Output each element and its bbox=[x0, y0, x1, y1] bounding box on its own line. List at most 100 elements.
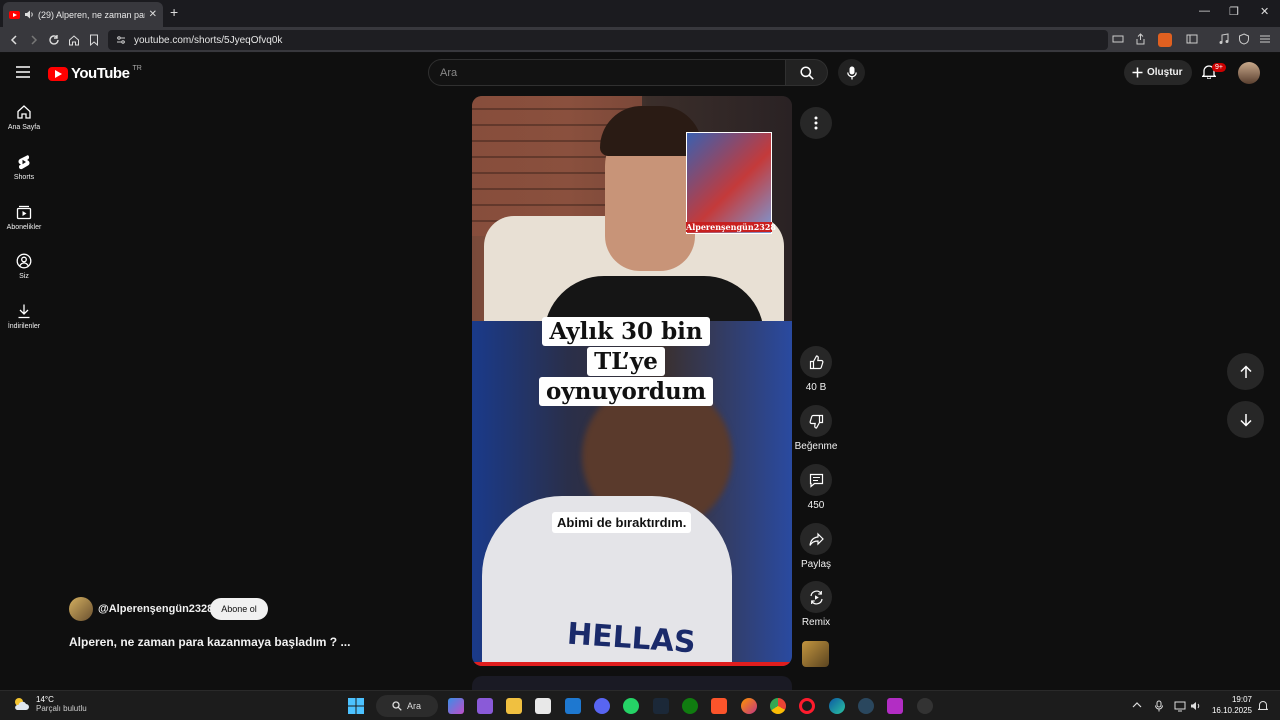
youtube-logo[interactable]: YouTube TR bbox=[48, 65, 142, 82]
sidebar-item-shorts[interactable]: Shorts bbox=[0, 154, 48, 181]
speaker-icon[interactable] bbox=[24, 10, 34, 19]
widgets-icon[interactable] bbox=[477, 698, 493, 714]
outlook-icon[interactable] bbox=[565, 698, 581, 714]
previous-short-button[interactable] bbox=[1227, 353, 1264, 390]
share-label: Paylaş bbox=[800, 559, 831, 570]
tray-microphone-icon[interactable] bbox=[1154, 700, 1166, 712]
sound-thumbnail[interactable] bbox=[802, 641, 829, 667]
sidebar-toggle-icon[interactable] bbox=[1186, 33, 1200, 47]
next-short-button[interactable] bbox=[1227, 401, 1264, 438]
opera-icon[interactable] bbox=[799, 698, 815, 714]
caption-top-text: Aylık 30 bin TL’ye oynuyordum bbox=[538, 317, 714, 406]
minimize-button[interactable]: — bbox=[1199, 5, 1210, 17]
sidebar-item-subscriptions[interactable]: Abonelikler bbox=[0, 204, 48, 231]
url-bar[interactable]: youtube.com/shorts/5JyeqOfvq0k bbox=[108, 30, 1108, 50]
taskbar-search[interactable]: Ara bbox=[376, 695, 438, 717]
clock-date: 16.10.2025 bbox=[1211, 706, 1252, 715]
home-icon bbox=[16, 104, 32, 120]
share-page-icon[interactable] bbox=[1134, 33, 1148, 47]
next-short-preview[interactable] bbox=[472, 676, 792, 690]
logo-text: YouTube bbox=[71, 65, 130, 82]
create-button[interactable]: Oluştur bbox=[1124, 60, 1192, 85]
country-code: TR bbox=[132, 65, 142, 72]
youtube-favicon-icon bbox=[9, 10, 20, 19]
sidebar-item-label: Abonelikler bbox=[6, 224, 42, 231]
firefox-icon[interactable] bbox=[741, 698, 757, 714]
subscribe-button[interactable]: Abone ol bbox=[210, 598, 268, 620]
bookmark-icon[interactable] bbox=[86, 32, 102, 48]
tab-title: (29) Alperen, ne zaman para k bbox=[38, 9, 145, 20]
sidebar-item-home[interactable]: Ana Sayfa bbox=[0, 104, 48, 131]
steam-alt-icon[interactable] bbox=[858, 698, 874, 714]
remix-icon bbox=[809, 590, 824, 605]
file-explorer-icon[interactable] bbox=[506, 698, 522, 714]
steam-icon[interactable] bbox=[653, 698, 669, 714]
gaming-app-icon[interactable] bbox=[887, 698, 903, 714]
discord-icon[interactable] bbox=[594, 698, 610, 714]
notification-center-icon[interactable] bbox=[1258, 700, 1270, 712]
search-input[interactable] bbox=[429, 60, 785, 85]
weather-description: Parçalı bulutlu bbox=[36, 704, 87, 713]
shorts-icon bbox=[17, 154, 31, 170]
tab-close-icon[interactable]: ✕ bbox=[149, 9, 157, 20]
video-progress-bar[interactable] bbox=[472, 662, 792, 666]
new-tab-button[interactable]: + bbox=[170, 4, 178, 20]
close-window-button[interactable]: ✕ bbox=[1260, 5, 1269, 18]
copilot-icon[interactable] bbox=[448, 698, 464, 714]
xbox-icon[interactable] bbox=[682, 698, 698, 714]
vpn-icon[interactable] bbox=[1238, 33, 1252, 47]
clock-time: 19:07 bbox=[1231, 695, 1252, 704]
clock-app-icon[interactable] bbox=[917, 698, 933, 714]
short-video-player[interactable]: Alperenşengün2328 HELLAS Aylık 30 bin TL… bbox=[472, 96, 792, 666]
sidebar-item-label: Shorts bbox=[13, 174, 35, 181]
video-caption-top: Aylık 30 bin TL’ye oynuyordum bbox=[510, 317, 742, 407]
brave-browser-icon[interactable] bbox=[711, 698, 727, 714]
card-caption: Alperenşengün2328 bbox=[686, 222, 776, 232]
windows-start-icon[interactable] bbox=[348, 698, 364, 714]
video-title[interactable]: Alperen, ne zaman para kazanmaya başladı… bbox=[69, 635, 350, 649]
tray-chevron-up-icon[interactable] bbox=[1132, 700, 1144, 712]
reload-icon[interactable] bbox=[46, 32, 62, 48]
store-icon[interactable] bbox=[535, 698, 551, 714]
dislike-button[interactable] bbox=[800, 405, 832, 437]
cast-icon[interactable] bbox=[1112, 33, 1126, 47]
browser-toolbar: youtube.com/shorts/5JyeqOfvq0k bbox=[0, 27, 1280, 53]
search-box bbox=[428, 59, 786, 86]
share-button[interactable] bbox=[800, 523, 832, 555]
remix-button[interactable] bbox=[800, 581, 832, 613]
volume-icon[interactable] bbox=[1190, 700, 1202, 712]
channel-handle[interactable]: @Alperenşengün2328 bbox=[98, 603, 213, 615]
chrome-icon[interactable] bbox=[770, 698, 786, 714]
restore-button[interactable]: ❐ bbox=[1229, 5, 1239, 18]
like-count: 40 B bbox=[805, 382, 827, 393]
media-icon[interactable] bbox=[1218, 33, 1232, 47]
sidebar-item-downloads[interactable]: İndirilenler bbox=[0, 303, 48, 330]
voice-search-button[interactable] bbox=[838, 59, 865, 86]
brave-shields-icon[interactable] bbox=[1158, 33, 1172, 47]
hamburger-menu-icon[interactable] bbox=[16, 66, 30, 78]
weather-widget[interactable]: 14°C Parçalı bulutlu bbox=[12, 695, 87, 713]
menu-icon[interactable] bbox=[1259, 33, 1273, 47]
comments-button[interactable] bbox=[800, 464, 832, 496]
search-button[interactable] bbox=[786, 59, 828, 86]
like-button[interactable] bbox=[800, 346, 832, 378]
network-icon[interactable] bbox=[1174, 700, 1186, 712]
avatar[interactable] bbox=[1238, 62, 1260, 84]
channel-avatar[interactable] bbox=[69, 597, 93, 621]
downloads-icon bbox=[16, 303, 32, 319]
whatsapp-icon[interactable] bbox=[623, 698, 639, 714]
system-clock[interactable]: 19:07 16.10.2025 bbox=[1208, 694, 1252, 716]
sidebar-item-label: İndirilenler bbox=[7, 323, 41, 330]
sidebar-item-you[interactable]: Siz bbox=[0, 253, 48, 280]
browser-tab[interactable]: (29) Alperen, ne zaman para k ✕ bbox=[3, 2, 163, 27]
basketball-card-image bbox=[686, 132, 772, 234]
back-icon[interactable] bbox=[6, 32, 22, 48]
site-info-icon[interactable] bbox=[116, 36, 126, 44]
more-options-button[interactable] bbox=[800, 107, 832, 139]
partly-cloudy-icon bbox=[12, 696, 30, 712]
forward-icon[interactable] bbox=[26, 32, 42, 48]
edge-icon[interactable] bbox=[829, 698, 845, 714]
notification-badge: 9+ bbox=[1212, 63, 1226, 72]
windows-taskbar: 14°C Parçalı bulutlu Ara 19:07 16.10.202… bbox=[0, 690, 1280, 720]
home-icon[interactable] bbox=[66, 32, 82, 48]
